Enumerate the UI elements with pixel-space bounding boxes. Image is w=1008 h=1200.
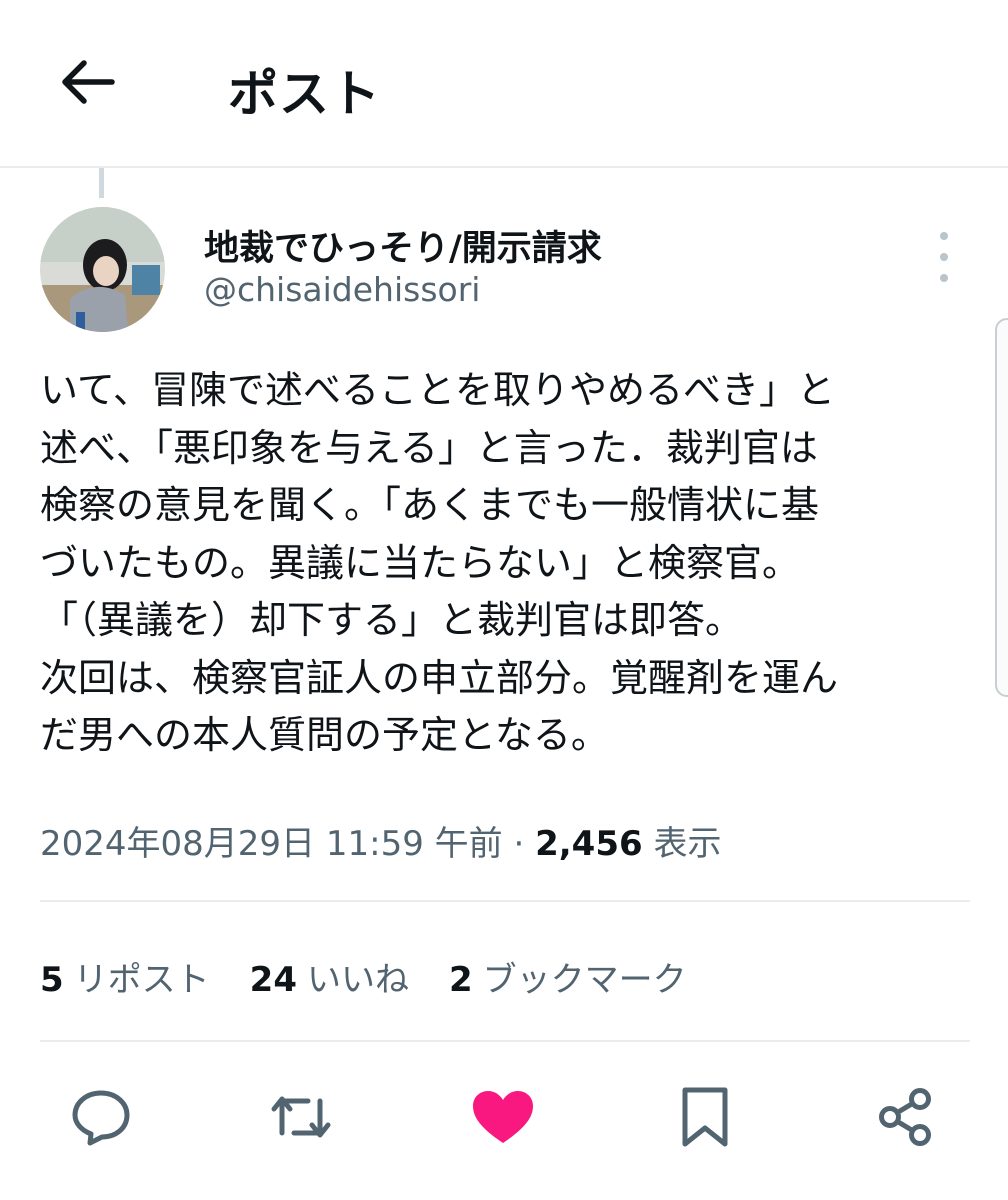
more-dot-icon	[940, 274, 948, 282]
views-count: 2,456	[535, 824, 643, 864]
like-button[interactable]	[468, 1082, 538, 1152]
avatar[interactable]	[40, 207, 165, 332]
author-handle[interactable]: @chisaidehissori	[204, 270, 480, 309]
divider	[40, 1040, 970, 1042]
avatar-photo	[40, 207, 165, 332]
repost-icon	[271, 1096, 331, 1138]
reposts-count: 5	[40, 960, 64, 1000]
post-action-bar	[0, 1082, 1008, 1152]
bookmark-button[interactable]	[670, 1082, 740, 1152]
post-text-line: づいたもの。異議に当たらない」と検察官。	[40, 540, 801, 585]
arrow-left-icon	[62, 60, 115, 104]
post-text-line: 述べ、「悪印象を与える」と言った．裁判官は	[40, 425, 818, 470]
page-title: ポスト	[228, 65, 381, 123]
share-button[interactable]	[870, 1082, 940, 1152]
post-detail-page: ポスト 地裁でひっそり/開示請求 @chisaidehissori いて、冒陳で…	[0, 0, 1008, 1200]
reply-button[interactable]	[66, 1082, 136, 1152]
scroll-handle[interactable]	[995, 318, 1008, 697]
post-text: いて、冒陳で述べることを取りやめるべき」と 述べ、「悪印象を与える」と言った．裁…	[40, 362, 980, 765]
likes-count: 24	[249, 960, 297, 1000]
top-bar: ポスト	[0, 0, 1008, 168]
more-options-button[interactable]	[926, 232, 962, 282]
post-timestamp[interactable]: 2024年08月29日 11:59 午前	[40, 824, 503, 864]
divider	[40, 900, 970, 902]
author-display-name[interactable]: 地裁でひっそり/開示請求	[204, 220, 602, 271]
more-dot-icon	[940, 253, 948, 261]
thread-connector-line	[99, 168, 104, 198]
reposts-label: リポスト	[73, 960, 210, 1000]
post-text-line: 次回は、検察官証人の申立部分。覚醒剤を運ん	[40, 655, 839, 700]
reply-icon	[72, 1090, 130, 1146]
post-text-line: だ男への本人質問の予定となる。	[40, 713, 609, 757]
bookmarks-label: ブックマーク	[482, 960, 687, 1000]
back-button[interactable]	[56, 52, 120, 112]
reposts-stat[interactable]: 5 リポスト	[40, 952, 210, 1001]
post-meta: 2024年08月29日 11:59 午前 · 2,456 表示	[40, 816, 721, 865]
repost-button[interactable]	[266, 1082, 336, 1152]
likes-label: いいね	[307, 960, 409, 1000]
more-dot-icon	[940, 232, 948, 240]
meta-separator: ·	[513, 824, 525, 864]
post-text-line: いて、冒陳で述べることを取りやめるべき」と	[40, 368, 835, 412]
views-label: 表示	[653, 824, 722, 864]
heart-icon	[473, 1091, 533, 1143]
engagement-stats: 5 リポスト 24 いいね 2 ブックマーク	[40, 952, 727, 1001]
bookmark-icon	[682, 1087, 728, 1147]
share-icon	[879, 1088, 931, 1146]
bookmarks-count: 2	[449, 960, 473, 1000]
bookmarks-stat[interactable]: 2 ブックマーク	[449, 952, 687, 1001]
likes-stat[interactable]: 24 いいね	[250, 952, 409, 1001]
post-text-line: 検察の意見を聞く。「あくまでも一般情状に基	[40, 483, 820, 527]
post-text-line: 「（異議を）却下する」と裁判官は即答。	[40, 598, 744, 642]
